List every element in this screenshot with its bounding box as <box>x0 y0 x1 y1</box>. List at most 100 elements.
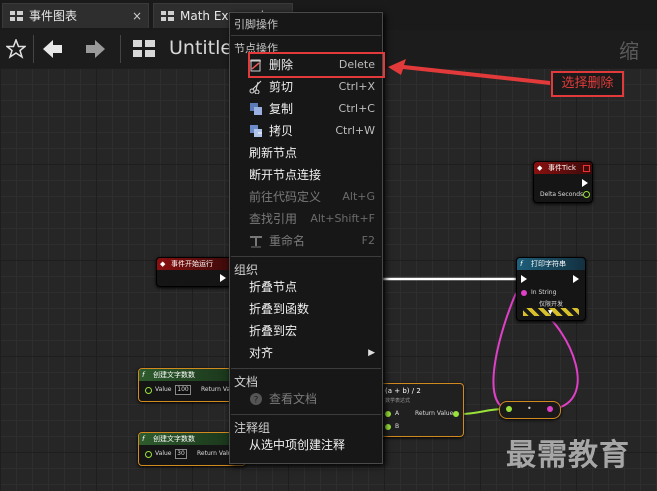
menu-item-label: 折叠节点 <box>249 280 298 294</box>
menu-item-label: 折叠到函数 <box>249 302 310 316</box>
float-in-pin[interactable] <box>145 451 152 458</box>
pin-label: Value <box>155 386 172 393</box>
node-title: 创建文字数数 <box>153 435 195 443</box>
menu-item-label: 复制 <box>269 102 294 116</box>
watermark: 最需教育 <box>506 438 630 473</box>
menu-item-refresh-nodes[interactable]: 刷新节点 <box>249 143 379 163</box>
menu-item-label: 从选中项创建注释 <box>249 438 346 452</box>
menu-item-label: 查找引用 <box>249 212 298 226</box>
menu-item-label: 查看文档 <box>269 392 318 406</box>
value-field[interactable]: 100 <box>175 385 191 395</box>
float-in-pin[interactable] <box>145 387 152 394</box>
annotation-callout: 选择删除 <box>551 71 624 97</box>
exec-out-pin[interactable] <box>573 275 579 283</box>
menu-item-duplicate[interactable]: 拷贝 Ctrl+W <box>249 121 379 141</box>
menu-item-label: 刷新节点 <box>249 146 298 160</box>
menu-item-copy[interactable]: 复制 Ctrl+C <box>249 99 379 119</box>
node-title: (a + b) / 2 <box>385 387 421 395</box>
menu-item-label: 剪切 <box>269 80 294 94</box>
menu-item-label: 重命名 <box>269 234 306 248</box>
float-out-pin[interactable] <box>583 191 590 198</box>
shortcut-label: F2 <box>361 234 375 247</box>
divider <box>231 35 381 36</box>
conversion-node[interactable]: • <box>499 401 561 419</box>
duplicate-icon <box>250 125 262 137</box>
help-icon: ? <box>250 393 262 406</box>
section-comment-group: 注释组 <box>234 421 271 435</box>
section-documentation: 文档 <box>234 375 259 389</box>
dev-only-label: 仅限开发 <box>539 301 564 308</box>
menu-item-label: 对齐 <box>249 346 274 360</box>
exec-in-pin[interactable] <box>521 275 527 283</box>
menu-item-create-comment[interactable]: 从选中项创建注释 <box>249 435 379 455</box>
copy-icon <box>250 103 262 115</box>
string-in-pin[interactable] <box>521 290 527 296</box>
string-wire <box>539 309 579 410</box>
value-field[interactable]: 30 <box>175 449 187 459</box>
float-out-pin[interactable] <box>453 411 459 417</box>
menu-item-collapse-to-macro[interactable]: 折叠到宏 <box>249 321 379 341</box>
shortcut-label: Ctrl+C <box>338 102 375 115</box>
menu-item-view-docs[interactable]: ? 查看文档 <box>249 389 379 409</box>
function-icon: f <box>520 260 523 268</box>
node-header: ◆ 事件开始运行 <box>157 258 231 270</box>
node-title: 打印字符串 <box>531 260 566 268</box>
divider <box>231 414 381 415</box>
node-title: 事件开始运行 <box>171 260 213 268</box>
scissors-icon <box>249 80 262 94</box>
menu-item-cut[interactable]: 剪切 Ctrl+X <box>249 77 379 97</box>
pin-label: In String <box>531 289 557 296</box>
event-icon: ◆ <box>537 164 543 172</box>
function-icon: f <box>142 435 145 443</box>
node-title: 创建文字数数 <box>153 371 195 379</box>
divider <box>231 368 381 369</box>
node-subtitle: 数学表达式 <box>385 398 411 404</box>
menu-item-goto-definition[interactable]: 前往代码定义 Alt+G <box>249 187 379 207</box>
node-header: f 打印字符串 <box>517 258 585 270</box>
pin-label: A <box>395 410 400 417</box>
event-tick-node[interactable]: ◆ 事件Tick Delta Seconds <box>533 161 593 203</box>
pin-label: Delta Seconds <box>540 191 584 198</box>
svg-text:?: ? <box>254 396 259 406</box>
menu-item-collapse-nodes[interactable]: 折叠节点 <box>249 277 379 297</box>
shortcut-label: Alt+G <box>342 190 375 203</box>
pin-label: Value <box>155 450 172 457</box>
shortcut-label: Alt+Shift+F <box>310 212 375 225</box>
string-out-pin[interactable] <box>547 406 553 412</box>
chevron-right-icon: ▶ <box>368 348 375 358</box>
menu-item-rename[interactable]: 重命名 F2 <box>249 231 379 251</box>
node-title: 事件Tick <box>548 164 576 172</box>
string-wire <box>492 292 517 410</box>
exec-out-pin[interactable] <box>582 179 588 187</box>
float-in-pin[interactable] <box>506 406 512 412</box>
context-menu: 引脚操作 节点操作 删除 Delete 剪切 Ctrl+X 复制 Ctrl+C … <box>229 12 383 464</box>
menu-item-label: 折叠到宏 <box>249 324 298 338</box>
menu-item-collapse-to-function[interactable]: 折叠到函数 <box>249 299 379 319</box>
menu-item-label: 前往代码定义 <box>249 190 322 204</box>
delegate-pin[interactable] <box>583 165 590 172</box>
dot-icon: • <box>527 404 532 413</box>
float-in-pin[interactable] <box>385 411 391 417</box>
menu-item-alignment[interactable]: 对齐 ▶ <box>249 343 379 363</box>
menu-item-label: 断开节点连接 <box>249 168 322 182</box>
menu-item-break-links[interactable]: 断开节点连接 <box>249 165 379 185</box>
math-expression-node[interactable]: (a + b) / 2 数学表达式 A Return Value B <box>380 383 464 437</box>
annotation-arrow <box>388 59 550 85</box>
pin-label: Return Value <box>415 410 454 417</box>
divider <box>231 256 381 257</box>
menu-item-label: 拷贝 <box>269 124 294 138</box>
delete-highlight-box <box>248 52 385 78</box>
event-icon: ◆ <box>160 260 166 268</box>
section-pin-actions: 引脚操作 <box>234 18 278 31</box>
section-organize: 组织 <box>234 263 259 277</box>
function-icon: f <box>142 371 145 379</box>
rename-icon <box>250 236 262 248</box>
print-string-node[interactable]: f 打印字符串 In String 仅限开发 ▼ <box>516 257 586 321</box>
menu-item-find-references[interactable]: 查找引用 Alt+Shift+F <box>249 209 379 229</box>
exec-out-pin[interactable] <box>220 274 226 282</box>
begin-play-node[interactable]: ◆ 事件开始运行 <box>156 257 232 287</box>
shortcut-label: Ctrl+X <box>338 80 375 93</box>
chevron-down-icon[interactable]: ▼ <box>548 309 553 316</box>
float-in-pin[interactable] <box>385 424 391 430</box>
shortcut-label: Ctrl+W <box>335 124 375 137</box>
